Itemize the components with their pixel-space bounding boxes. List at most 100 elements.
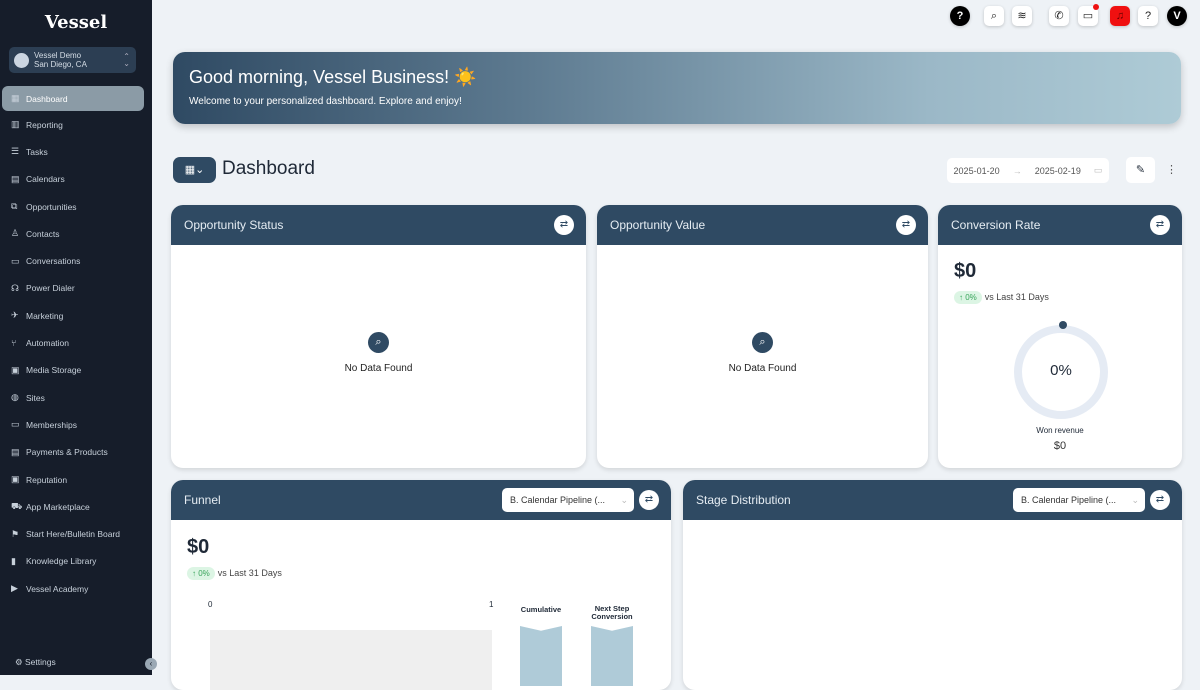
sidebar-item-label: Automation xyxy=(26,338,69,349)
sidebar-item-calendars[interactable]: ▤ Calendars xyxy=(0,166,152,193)
date-to: 2025-02-19 xyxy=(1034,165,1081,176)
sidebar-item-media-storage[interactable]: ▣ Media Storage xyxy=(0,357,152,384)
sidebar-item-dashboard[interactable]: ▦ Dashboard xyxy=(2,86,144,111)
empty-state: ⌕ No Data Found xyxy=(597,332,928,374)
next-step-bar xyxy=(591,626,633,686)
sidebar-item-vessel-academy[interactable]: ▶ Vessel Academy xyxy=(0,575,152,602)
account-location: San Diego, CA xyxy=(34,60,87,69)
phone-icon[interactable]: ✆ xyxy=(1049,6,1069,26)
logo: Vessel xyxy=(44,12,108,33)
pipeline-select[interactable]: B. Calendar Pipeline (... ⌄ xyxy=(1013,488,1145,512)
sidebar-item-label: App Marketplace xyxy=(26,501,90,512)
card-title: Opportunity Value xyxy=(610,218,706,232)
card-title: Conversion Rate xyxy=(951,218,1041,232)
nav-icon: ▤ xyxy=(11,173,20,184)
calendar-icon: ▭ xyxy=(1093,165,1103,175)
empty-state: ⌕ No Data Found xyxy=(171,332,586,374)
sidebar-item-label: Conversations xyxy=(26,256,81,267)
more-options-icon[interactable]: ⋮ xyxy=(1166,163,1177,176)
greeting: Good morning, Vessel Business! ☀️ xyxy=(189,67,477,87)
card-title: Funnel xyxy=(184,493,221,507)
sidebar-item-knowledge-library[interactable]: ▮ Knowledge Library xyxy=(0,548,152,575)
sidebar-item-memberships[interactable]: ▭ Memberships xyxy=(0,411,152,438)
sidebar-item-opportunities[interactable]: ⧉ Opportunities xyxy=(0,193,152,220)
search-icon: ⌕ xyxy=(368,332,389,353)
compare-label: vs Last 31 Days xyxy=(217,568,282,578)
nav-icon: ▤ xyxy=(11,446,20,457)
cumulative-header: Cumulative xyxy=(520,605,562,614)
question-icon[interactable]: ? xyxy=(1138,6,1158,26)
nav-icon: ▦ xyxy=(11,93,20,103)
card-title: Stage Distribution xyxy=(696,493,791,507)
sidebar-item-label: Dashboard xyxy=(26,93,68,104)
won-revenue-value: $0 xyxy=(1053,440,1067,452)
sidebar-item-automation[interactable]: ⑂ Automation xyxy=(0,329,152,356)
sidebar-item-payments-products[interactable]: ▤ Payments & Products xyxy=(0,439,152,466)
swap-icon[interactable]: ⇄ xyxy=(639,490,659,510)
sidebar-item-tasks[interactable]: ☰ Tasks xyxy=(0,138,152,165)
opportunity-status-card: Opportunity Status ⇄ ⌕ No Data Found xyxy=(171,205,586,468)
nav-icon: ⚑ xyxy=(11,528,20,539)
swap-icon[interactable]: ⇄ xyxy=(896,215,916,235)
chevron-down-icon: ⌄ xyxy=(620,495,628,505)
notification-bell-icon[interactable]: ♫ xyxy=(1110,6,1130,26)
won-revenue-label: Won revenue xyxy=(1036,426,1084,435)
nav-icon: ✈ xyxy=(11,310,19,321)
nav-icon: ☰ xyxy=(11,146,20,157)
change-badge: ↑ 0% xyxy=(954,291,982,304)
sidebar-item-marketing[interactable]: ✈ Marketing xyxy=(0,302,152,329)
sidebar-item-label: Marketing xyxy=(26,310,64,321)
conversion-rate-card: Conversion Rate ⇄ $0 ↑ 0% vs Last 31 Days … xyxy=(938,205,1182,468)
welcome-subtitle: Welcome to your personalized dashboard. … xyxy=(189,96,462,107)
sidebar-item-reputation[interactable]: ▣ Reputation xyxy=(0,466,152,493)
swap-icon[interactable]: ⇄ xyxy=(554,215,574,235)
sidebar-item-label: Sites xyxy=(26,392,45,403)
compare-label: vs Last 31 Days xyxy=(984,292,1049,302)
funnel-bar-area xyxy=(210,630,492,690)
search-icon[interactable]: ⌕ xyxy=(984,6,1004,26)
sidebar-item-settings[interactable]: ⚙ Settings xyxy=(15,657,56,668)
funnel-value: $0 xyxy=(187,536,210,558)
search-icon: ⌕ xyxy=(752,332,773,353)
chevron-down-icon: ⌄ xyxy=(1131,495,1139,505)
date-range-picker[interactable]: 2025-01-20 → 2025-02-19 ▭ xyxy=(947,158,1109,183)
account-switcher[interactable]: Vessel Demo San Diego, CA ⌃ ⌄ xyxy=(9,47,136,73)
sidebar-item-start-here-bulletin-board[interactable]: ⚑ Start Here/Bulletin Board xyxy=(0,520,152,547)
gauge-percent: 0% xyxy=(1050,362,1072,379)
nav-icon: ▭ xyxy=(11,419,20,430)
sidebar-item-label: Memberships xyxy=(26,419,78,430)
announcement-icon[interactable]: ▭ xyxy=(1078,4,1099,26)
swap-icon[interactable]: ⇄ xyxy=(1150,215,1170,235)
nav-icon: ▭ xyxy=(11,255,20,266)
sidebar-item-label: Media Storage xyxy=(26,365,82,376)
sidebar-item-app-marketplace[interactable]: ⛟ App Marketplace xyxy=(0,493,152,520)
sidebar-item-sites[interactable]: ◍ Sites xyxy=(0,384,152,411)
arrow-right-icon: → xyxy=(1012,165,1022,176)
gauge-marker xyxy=(1059,321,1067,329)
sidebar-item-label: Start Here/Bulletin Board xyxy=(26,529,121,540)
date-from: 2025-01-20 xyxy=(953,165,1000,176)
pipeline-select[interactable]: B. Calendar Pipeline (... ⌄ xyxy=(502,488,634,512)
sidebar-item-power-dialer[interactable]: ☊ Power Dialer xyxy=(0,275,152,302)
collapse-sidebar-button[interactable]: ‹ xyxy=(145,658,157,670)
user-avatar[interactable]: V xyxy=(1167,6,1187,26)
sidebar-item-contacts[interactable]: ♙ Contacts xyxy=(0,220,152,247)
account-name: Vessel Demo xyxy=(34,51,82,60)
help-icon[interactable]: ? xyxy=(950,6,970,26)
sidebar-item-reporting[interactable]: ▥ Reporting xyxy=(0,111,152,138)
layers-icon[interactable]: ≋ xyxy=(1012,6,1032,26)
swap-icon[interactable]: ⇄ xyxy=(1150,490,1170,510)
dashboard-switcher-button[interactable]: ▦⌄ xyxy=(173,157,216,183)
axis-max: 1 xyxy=(489,600,494,609)
sidebar-item-conversations[interactable]: ▭ Conversations xyxy=(0,247,152,274)
nav-icon: ▣ xyxy=(11,474,20,484)
nav-icon: ▣ xyxy=(11,364,20,375)
edit-dashboard-button[interactable]: ✎ xyxy=(1126,157,1155,183)
sidebar-item-label: Contacts xyxy=(26,228,60,239)
welcome-banner: Good morning, Vessel Business! ☀️ Welcom… xyxy=(173,52,1181,124)
conversion-value: $0 xyxy=(954,260,977,282)
sidebar-item-label: Calendars xyxy=(26,174,65,185)
funnel-card: Funnel B. Calendar Pipeline (... ⌄ ⇄ $0 ↑… xyxy=(171,480,671,690)
next-step-header: Next Step Conversion xyxy=(591,604,633,621)
sidebar-item-label: Knowledge Library xyxy=(26,556,97,567)
